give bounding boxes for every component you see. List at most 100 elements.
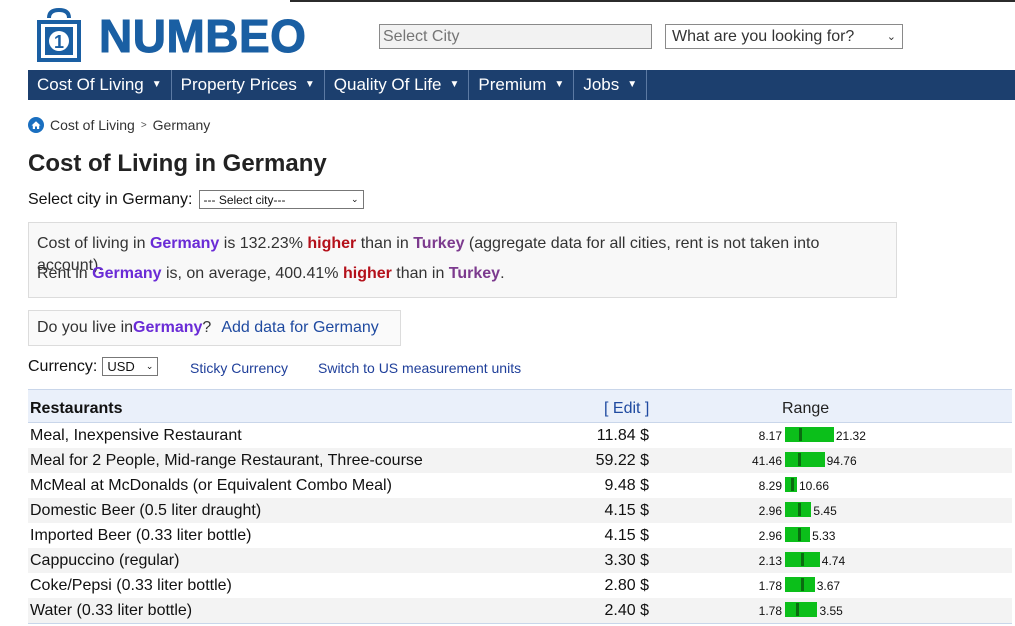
range-min: 2.96 (758, 529, 782, 543)
country-link[interactable]: Turkey (449, 265, 500, 282)
item-price: 2.40 $ (604, 602, 649, 619)
range-max: 94.76 (826, 454, 857, 468)
text: is, on average, 400.41% (161, 265, 343, 282)
range-header: Range (782, 400, 830, 417)
nav-quality-of-life[interactable]: Quality Of Life ▼ (325, 70, 470, 100)
numbeo-logo-icon: 1 (37, 8, 81, 62)
item-name: Meal for 2 People, Mid-range Restaurant,… (30, 452, 423, 469)
item-price: 4.15 $ (604, 527, 649, 544)
nav-label: Quality Of Life (333, 75, 442, 94)
chevron-down-icon: ⌄ (350, 194, 359, 204)
switch-units-link[interactable]: Switch to US measurement units (318, 360, 521, 376)
table-row: Imported Beer (0.33 liter bottle) 4.15 $ 2… (28, 523, 1012, 548)
text: Cost of living in (37, 235, 150, 252)
table-row: McMeal at McDonalds (or Equivalent Combo… (28, 473, 1012, 498)
nav-cost-of-living[interactable]: Cost Of Living ▼ (28, 70, 172, 100)
select-city-label: Select city in Germany: (28, 190, 193, 208)
range-bar (785, 602, 818, 617)
city-search-input[interactable] (379, 24, 652, 49)
higher-label: higher (342, 265, 392, 282)
breadcrumb-root[interactable]: Cost of Living (50, 117, 135, 133)
city-select-value: --- Select city--- (203, 192, 286, 207)
range-min: 8.29 (758, 479, 782, 493)
home-icon[interactable] (28, 117, 44, 133)
range-bar (785, 452, 825, 467)
add-data-link[interactable]: Add data for Germany (221, 319, 378, 337)
country-link[interactable]: Germany (92, 265, 161, 282)
currency-row: Currency: USD ⌄ (28, 357, 159, 376)
breadcrumb-separator-icon: > (140, 119, 147, 131)
range-average-marker (800, 553, 804, 566)
breadcrumb: Cost of Living > Germany (28, 117, 210, 133)
table-row: Water (0.33 liter bottle) 2.40 $ 1.78 3.55 (28, 598, 1012, 623)
currency-select[interactable]: USD ⌄ (102, 357, 159, 376)
text: is 132.23% (219, 235, 308, 252)
range-max: 4.74 (821, 554, 846, 568)
range-bar (785, 552, 820, 567)
cost-comparison-text: Cost of living in Germany is 132.23% hig… (37, 233, 888, 274)
range-max: 21.32 (835, 429, 866, 443)
rent-comparison-text: Rent in Germany is, on average, 400.41% … (37, 263, 888, 293)
item-name: Meal, Inexpensive Restaurant (30, 427, 242, 444)
page-title: Cost of Living in Germany (28, 150, 327, 177)
text: Rent in (37, 265, 93, 282)
edit-link[interactable]: [ Edit ] (604, 400, 649, 418)
currency-value: USD (107, 359, 135, 374)
item-price: 59.22 $ (595, 452, 649, 469)
table-row: Meal for 2 People, Mid-range Restaurant,… (28, 448, 1012, 473)
nav-label: Premium (478, 75, 547, 94)
range-max: 5.45 (813, 504, 837, 518)
comparison-box: Cost of living in Germany is 132.23% hig… (28, 222, 897, 298)
nav-label: Jobs (583, 75, 620, 94)
text: than in (391, 265, 449, 282)
range-min: 1.78 (758, 579, 782, 593)
text: ? (202, 319, 212, 336)
table-row: Domestic Beer (0.5 liter draught) 4.15 $ 2… (28, 498, 1012, 523)
range-min: 1.78 (758, 604, 782, 618)
nav-label: Cost Of Living (37, 75, 144, 94)
range-max: 3.55 (819, 604, 843, 618)
nav-jobs[interactable]: Jobs ▼ (574, 70, 648, 100)
category-title: Restaurants (30, 400, 123, 417)
table-row: Meal, Inexpensive Restaurant 11.84 $ 8.17 2… (28, 423, 1012, 448)
caret-down-icon: ▼ (554, 79, 565, 90)
range-bar (785, 427, 834, 442)
chevron-down-icon: ⌄ (886, 31, 896, 43)
caret-down-icon: ▼ (304, 79, 315, 90)
nav-property-prices[interactable]: Property Prices ▼ (172, 70, 325, 100)
live-here-box: Do you live in Germany? Add data for Ger… (28, 310, 401, 346)
logo[interactable]: 1 NUMBEO (31, 8, 306, 64)
item-name: Cappuccino (regular) (30, 552, 180, 569)
country-link[interactable]: Germany (150, 235, 219, 252)
prices-table: Restaurants [ Edit ] Range Meal, Inexpen… (28, 389, 1012, 624)
breadcrumb-current[interactable]: Germany (153, 117, 211, 133)
table-bottom-border (28, 623, 1012, 624)
currency-label: Currency: (28, 357, 98, 375)
text: Do you live in (37, 319, 134, 336)
svg-text:1: 1 (54, 32, 64, 52)
table-row: Coke/Pepsi (0.33 liter bottle) 2.80 $ 1.78… (28, 573, 1012, 598)
sticky-currency-link[interactable]: Sticky Currency (190, 360, 288, 376)
search-category-select[interactable]: What are you looking for? ⌄ (665, 24, 903, 49)
nav-label: Property Prices (180, 75, 297, 94)
item-name: Coke/Pepsi (0.33 liter bottle) (30, 577, 232, 594)
range-average-marker (801, 578, 805, 591)
caret-down-icon: ▼ (627, 79, 638, 90)
higher-label: higher (307, 235, 357, 252)
main-nav: Cost Of Living ▼ Property Prices ▼ Quality… (28, 70, 1015, 100)
item-price: 2.80 $ (604, 577, 649, 594)
range-bar (785, 502, 812, 517)
range-min: 41.46 (751, 454, 782, 468)
text: than in (356, 235, 414, 252)
caret-down-icon: ▼ (151, 79, 162, 90)
city-select[interactable]: --- Select city--- ⌄ (198, 190, 364, 209)
country-link[interactable]: Turkey (413, 235, 464, 252)
select-city-row: Select city in Germany: --- Select city-… (28, 190, 364, 209)
range-bar (785, 477, 797, 492)
country-link[interactable]: Germany (133, 319, 202, 337)
range-average-marker (797, 503, 801, 516)
nav-premium[interactable]: Premium ▼ (469, 70, 575, 100)
item-price: 3.30 $ (604, 552, 649, 569)
range-average-marker (796, 603, 800, 616)
range-max: 3.67 (816, 579, 841, 593)
